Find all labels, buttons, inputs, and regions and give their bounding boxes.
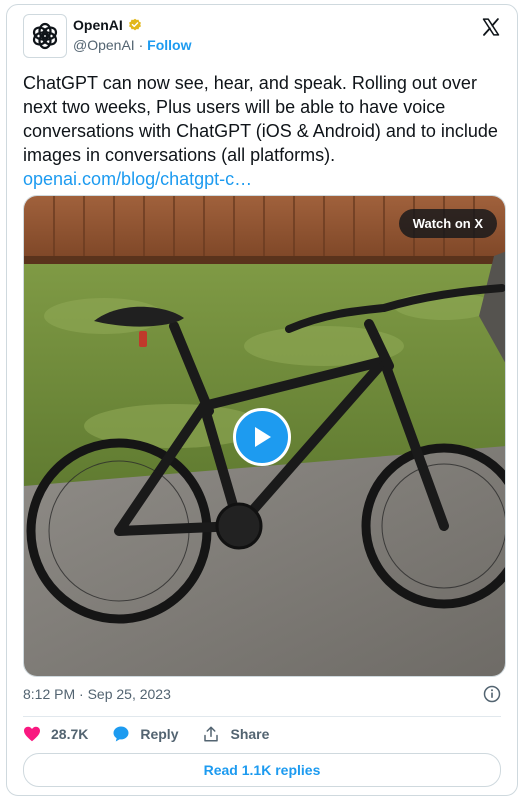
separator-dot: · bbox=[138, 37, 144, 53]
reply-bubble-icon bbox=[113, 726, 129, 742]
share-label: Share bbox=[230, 726, 270, 742]
tweet-link[interactable]: openai.com/blog/chatgpt-c… bbox=[23, 167, 499, 191]
openai-logo-icon bbox=[32, 22, 58, 50]
tweet-card: OpenAI @OpenAI · Follow ChatGPT can now … bbox=[6, 4, 518, 796]
follow-button[interactable]: Follow bbox=[147, 37, 191, 53]
author-handle[interactable]: @OpenAI bbox=[73, 37, 135, 53]
timestamp[interactable]: 8:12 PM · Sep 25, 2023 bbox=[23, 686, 171, 702]
author-name[interactable]: OpenAI bbox=[73, 17, 123, 33]
tweet-text-block: ChatGPT can now see, hear, and speak. Ro… bbox=[23, 71, 499, 191]
watch-on-x-button[interactable]: Watch on X bbox=[398, 209, 497, 238]
handle-row: @OpenAI · Follow bbox=[73, 37, 191, 53]
info-icon[interactable] bbox=[483, 685, 501, 703]
action-bar: 28.7K Reply Share bbox=[23, 725, 293, 743]
author-name-row: OpenAI bbox=[73, 17, 142, 33]
play-button[interactable] bbox=[233, 408, 291, 466]
divider bbox=[23, 716, 501, 717]
tweet-text: ChatGPT can now see, hear, and speak. Ro… bbox=[23, 73, 498, 165]
share-icon bbox=[204, 726, 219, 742]
x-logo-icon[interactable] bbox=[481, 17, 501, 37]
video-player[interactable]: Watch on X bbox=[23, 195, 506, 677]
reply-label: Reply bbox=[140, 726, 179, 742]
like-count: 28.7K bbox=[51, 726, 89, 742]
verified-badge-icon bbox=[128, 18, 141, 31]
like-button[interactable]: 28.7K bbox=[23, 726, 88, 742]
heart-icon bbox=[24, 726, 40, 742]
read-replies-button[interactable]: Read 1.1K replies bbox=[23, 753, 501, 787]
share-button[interactable]: Share bbox=[202, 725, 269, 743]
avatar[interactable] bbox=[23, 14, 67, 58]
play-icon bbox=[255, 427, 271, 447]
reply-button[interactable]: Reply bbox=[112, 725, 178, 743]
